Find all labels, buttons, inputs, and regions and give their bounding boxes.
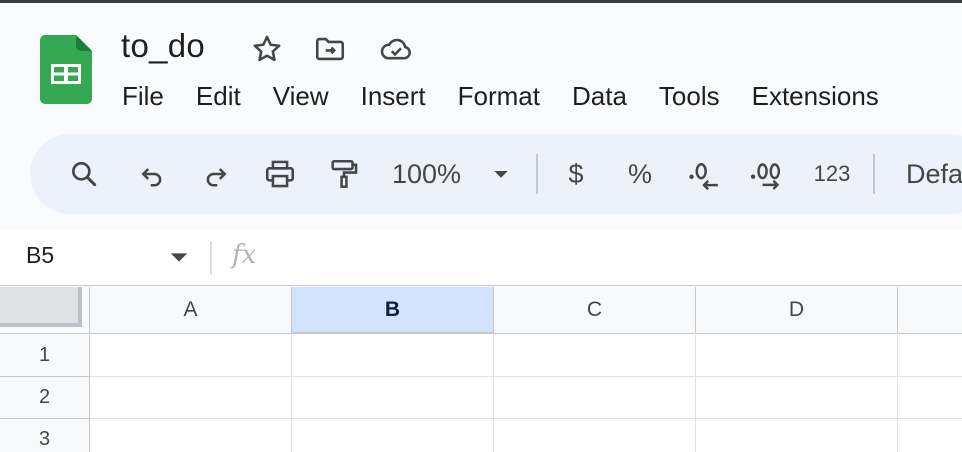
cell-a1[interactable]: [90, 335, 292, 377]
zoom-dropdown-icon[interactable]: [490, 134, 512, 214]
search-icon[interactable]: [64, 134, 104, 214]
menu-view[interactable]: View: [257, 76, 345, 116]
row-header-3[interactable]: 3: [0, 419, 90, 452]
menu-tools[interactable]: Tools: [643, 76, 736, 116]
sheets-logo-icon[interactable]: [40, 35, 92, 104]
toolbar: 100% $ % 123 Defa: [30, 134, 962, 214]
move-folder-icon[interactable]: [313, 32, 347, 66]
window-top-border: [0, 0, 962, 3]
redo-icon[interactable]: [196, 134, 236, 214]
menu-extensions[interactable]: Extensions: [736, 76, 895, 116]
cell-a2[interactable]: [90, 377, 292, 419]
menu-insert[interactable]: Insert: [345, 76, 442, 116]
cell-a3[interactable]: [90, 419, 292, 452]
percent-label: %: [627, 158, 652, 189]
cell-e2[interactable]: [898, 377, 962, 419]
name-box-dropdown-icon[interactable]: [168, 246, 190, 268]
cloud-saved-icon[interactable]: [377, 32, 411, 66]
cell-b1[interactable]: [292, 335, 494, 377]
currency-format-button[interactable]: $: [560, 134, 592, 214]
cell-e1[interactable]: [898, 335, 962, 377]
row-header-1[interactable]: 1: [0, 335, 90, 377]
column-header-e-partial[interactable]: [898, 287, 962, 334]
select-all-corner[interactable]: [0, 287, 90, 334]
cell-b2[interactable]: [292, 377, 494, 419]
cell-d2[interactable]: [696, 377, 898, 419]
column-header-c[interactable]: C: [494, 287, 696, 334]
font-label: Defa: [906, 158, 962, 189]
column-header-b[interactable]: B: [292, 287, 494, 334]
cell-e3[interactable]: [898, 419, 962, 452]
toolbar-divider: [536, 154, 538, 194]
menu-file[interactable]: File: [106, 76, 180, 116]
menu-bar: File Edit View Insert Format Data Tools …: [106, 76, 895, 116]
menu-format[interactable]: Format: [442, 76, 556, 116]
document-title[interactable]: to_do: [121, 27, 205, 65]
toolbar-divider: [873, 154, 875, 194]
cell-d3[interactable]: [696, 419, 898, 452]
select-all-corner-handle: [0, 287, 82, 327]
more-formats-label: 123: [813, 161, 851, 186]
menu-data[interactable]: Data: [556, 76, 643, 116]
currency-label: $: [568, 158, 584, 189]
column-header-a[interactable]: A: [90, 287, 292, 334]
more-formats-button[interactable]: 123: [810, 134, 854, 214]
cell-c1[interactable]: [494, 335, 696, 377]
zoom-select[interactable]: 100%: [392, 134, 472, 214]
cell-d1[interactable]: [696, 335, 898, 377]
menu-edit[interactable]: Edit: [180, 76, 257, 116]
paint-format-icon[interactable]: [324, 134, 364, 214]
cell-c3[interactable]: [494, 419, 696, 452]
cell-b3[interactable]: [292, 419, 494, 452]
formula-bar: B5 fx: [0, 230, 962, 286]
star-icon[interactable]: [250, 32, 284, 66]
row-header-2[interactable]: 2: [0, 377, 90, 419]
spreadsheet-grid: A B C D 1 2 3: [0, 287, 962, 452]
increase-decimal-icon[interactable]: [748, 134, 788, 214]
undo-icon[interactable]: [132, 134, 172, 214]
print-icon[interactable]: [260, 134, 300, 214]
fx-icon: fx: [232, 240, 257, 270]
font-select[interactable]: Defa: [906, 134, 962, 214]
name-box[interactable]: B5: [26, 242, 54, 269]
percent-format-button[interactable]: %: [624, 134, 656, 214]
formula-bar-divider: [210, 241, 212, 275]
zoom-value: 100%: [392, 158, 462, 189]
column-header-d[interactable]: D: [696, 287, 898, 334]
decrease-decimal-icon[interactable]: [684, 134, 724, 214]
cell-c2[interactable]: [494, 377, 696, 419]
